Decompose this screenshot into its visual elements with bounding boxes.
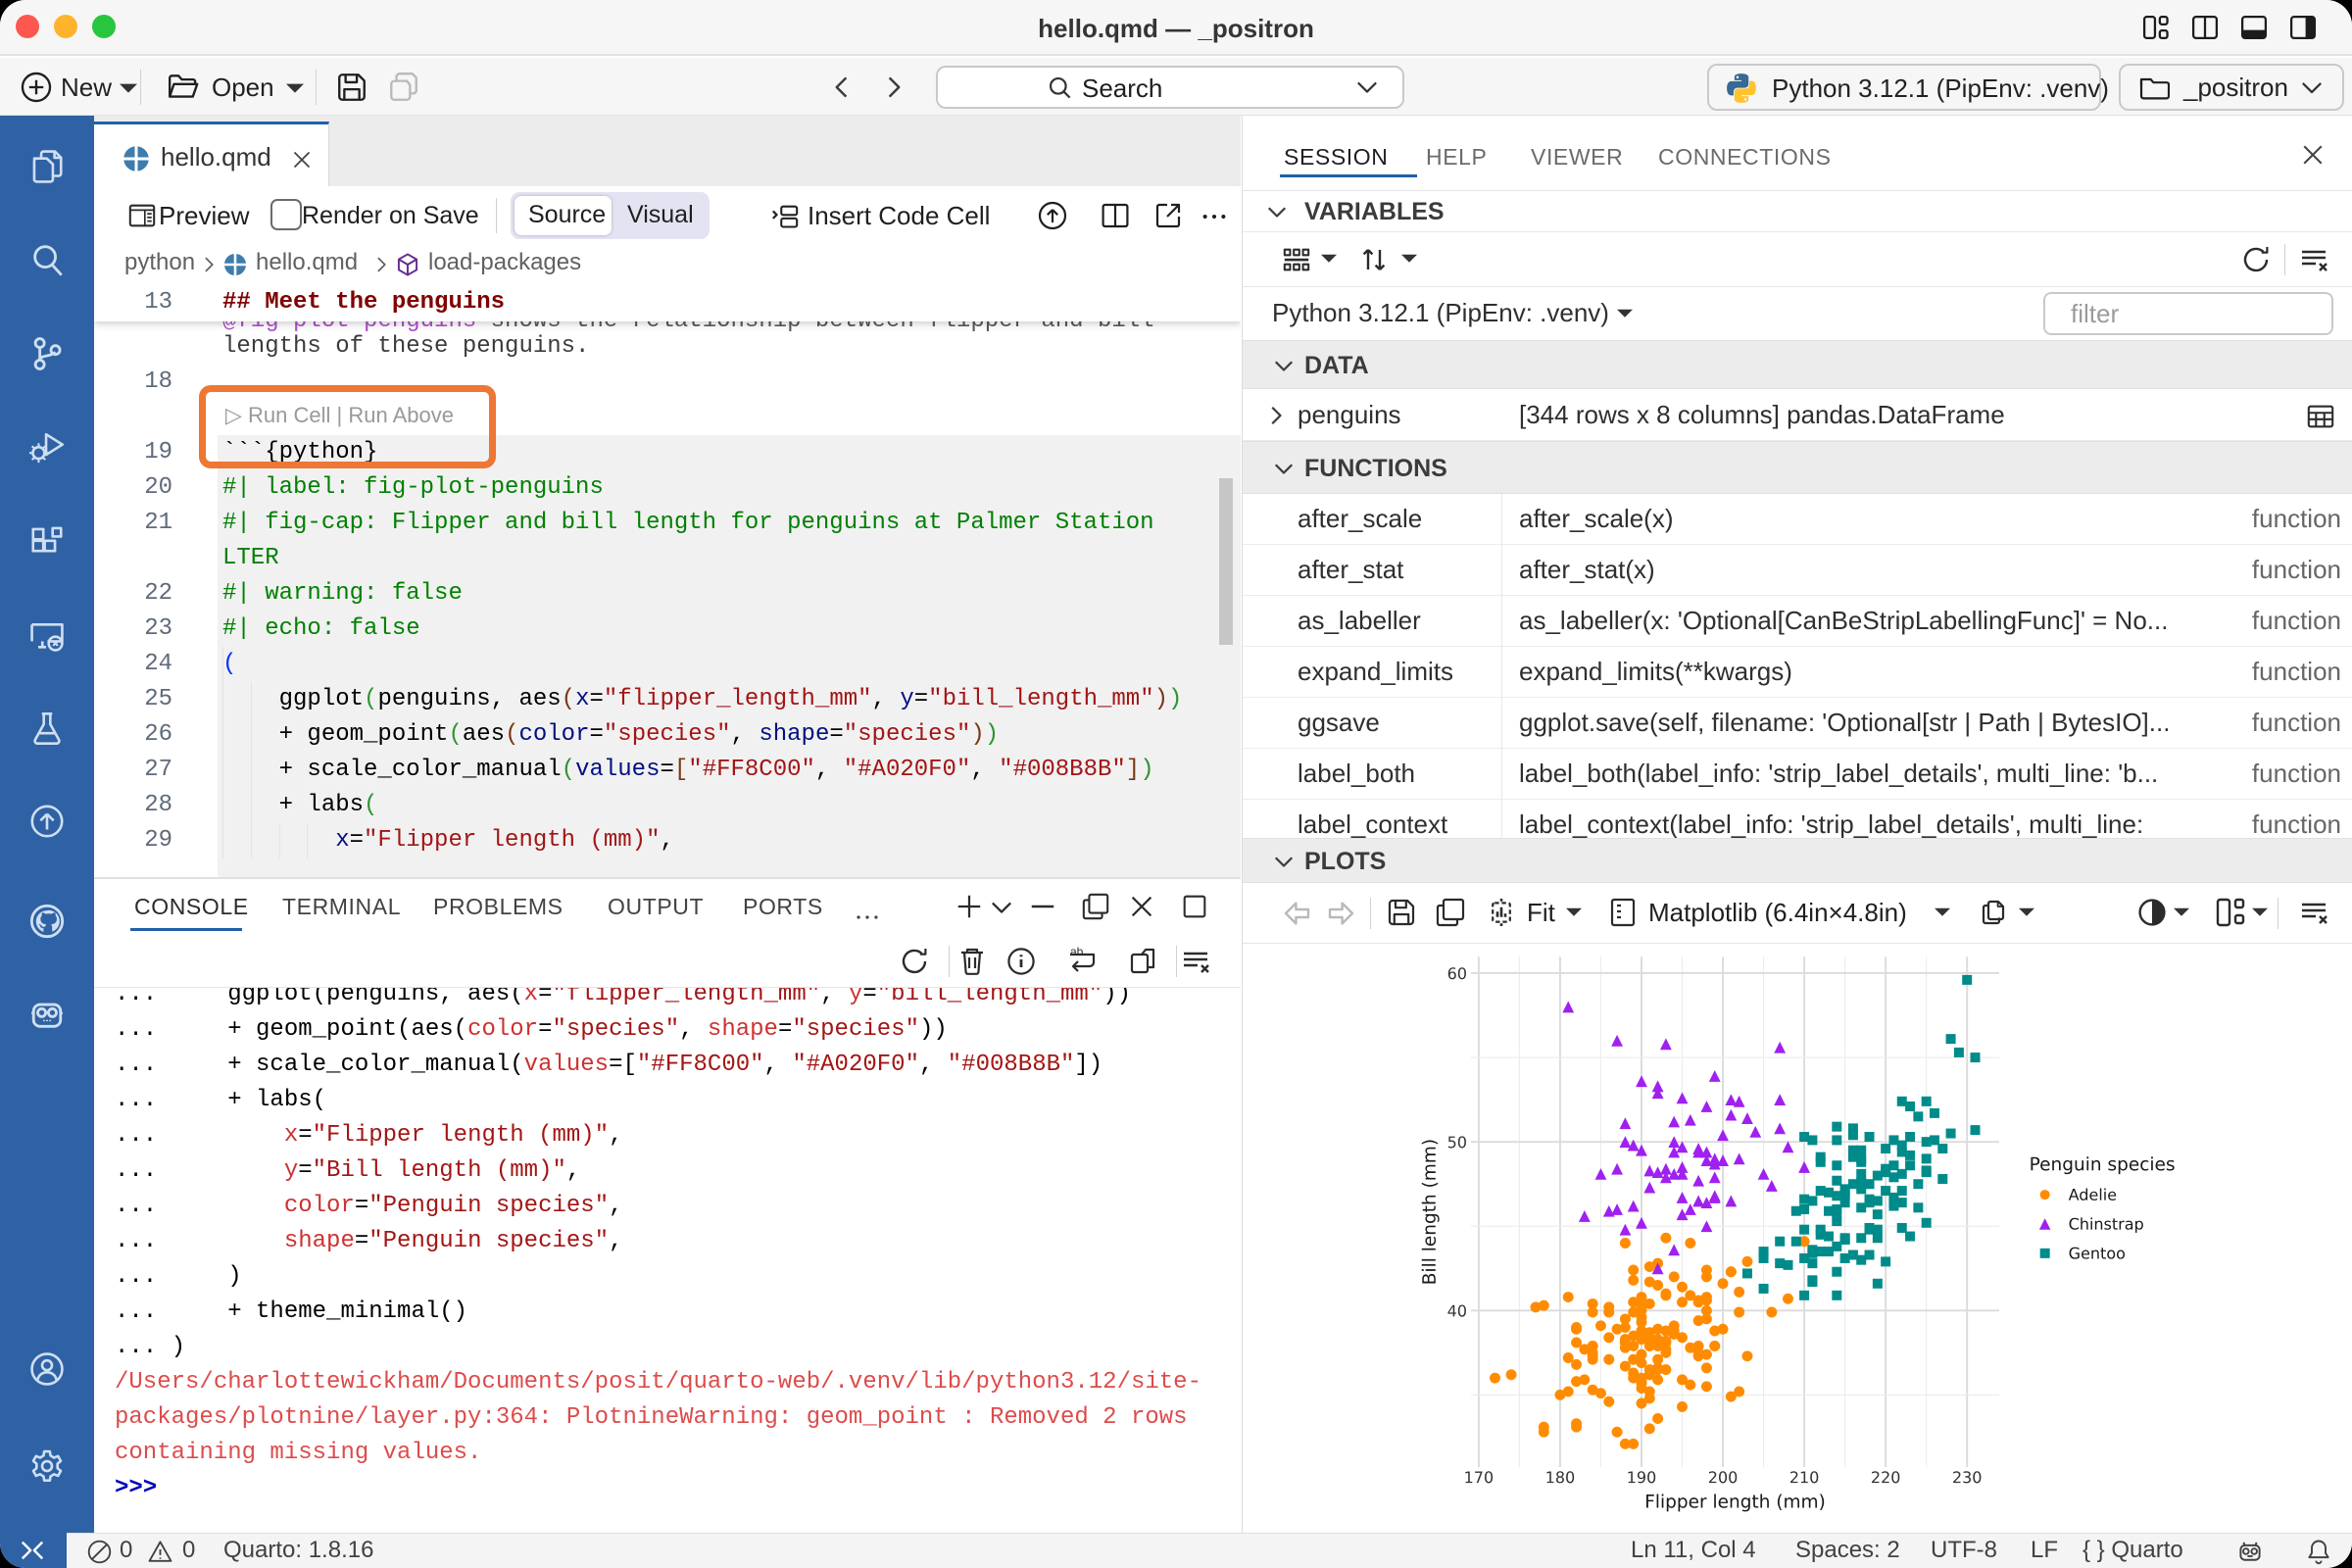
svg-text:ab: ab (1070, 946, 1084, 958)
